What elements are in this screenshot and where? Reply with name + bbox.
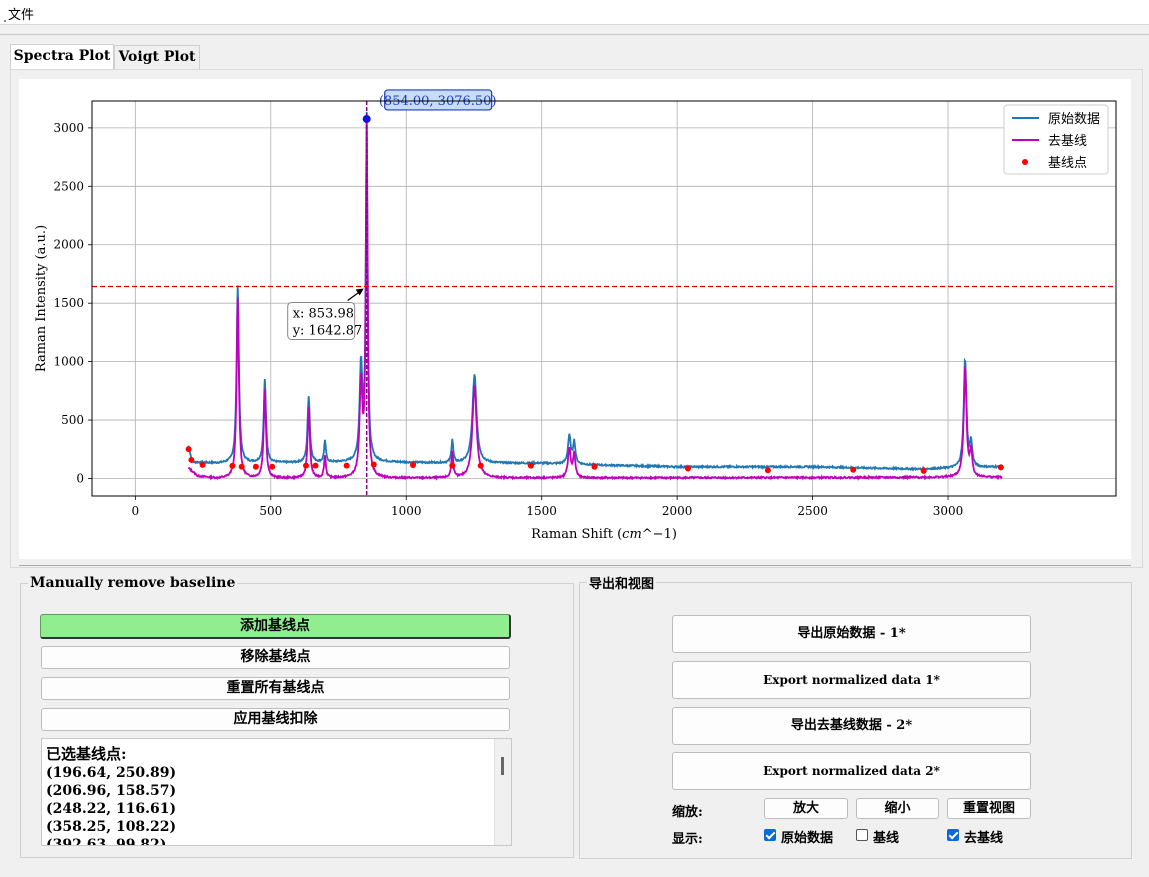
x-tick-label: 3000 bbox=[933, 504, 964, 518]
tab-voigt-plot[interactable]: Voigt Plot bbox=[114, 45, 200, 69]
export-view-title: 导出和视图 bbox=[587, 573, 657, 592]
y-tick-label: 500 bbox=[61, 413, 84, 427]
baseline-point bbox=[477, 462, 484, 469]
baseline-point bbox=[188, 456, 195, 463]
zoom-label: 缩放: bbox=[672, 805, 703, 820]
list-item[interactable]: (358.25, 108.22) bbox=[46, 819, 176, 835]
show-corrected-checkbox[interactable] bbox=[947, 829, 959, 841]
menu-bar: 文件 bbox=[0, 0, 1149, 25]
add-baseline-point-button[interactable]: 添加基线点 bbox=[40, 614, 511, 639]
legend-label: 原始数据 bbox=[1048, 112, 1100, 127]
baseline-point bbox=[343, 462, 350, 469]
x-tick-label: 2000 bbox=[662, 504, 693, 518]
baseline-points-list[interactable]: 已选基线点: (196.64, 250.89) (206.96, 158.57)… bbox=[41, 738, 512, 846]
y-tick-label: 0 bbox=[76, 471, 84, 485]
baseline-point bbox=[920, 467, 927, 474]
list-scrollbar[interactable] bbox=[494, 739, 511, 845]
show-raw-checkbox[interactable] bbox=[764, 829, 776, 841]
list-item[interactable]: (196.64, 250.89) bbox=[46, 765, 176, 781]
x-tick-label: 1000 bbox=[391, 504, 422, 518]
export-raw-button[interactable]: 导出原始数据 - 1* bbox=[672, 615, 1031, 653]
baseline-point bbox=[997, 464, 1004, 471]
show-raw-label: 原始数据 bbox=[781, 831, 834, 846]
export-normalized-1-button[interactable]: Export normalized data 1* bbox=[672, 661, 1031, 699]
y-tick-label: 1000 bbox=[53, 355, 84, 369]
show-label: 显示: bbox=[672, 832, 703, 847]
baseline-point bbox=[684, 465, 691, 472]
zoom-in-button[interactable]: 放大 bbox=[764, 798, 848, 819]
show-baseline-label: 基线 bbox=[873, 831, 900, 846]
show-baseline-checkbox[interactable] bbox=[856, 829, 868, 841]
reset-view-button[interactable]: 重置视图 bbox=[947, 798, 1031, 819]
apply-baseline-removal-button[interactable]: 应用基线扣除 bbox=[41, 708, 510, 731]
list-item[interactable]: (248.22, 116.61) bbox=[46, 801, 176, 817]
manual-baseline-title: Manually remove baseline bbox=[28, 575, 238, 591]
y-tick-label: 1500 bbox=[53, 296, 84, 310]
legend-label: 基线点 bbox=[1048, 156, 1087, 171]
x-tick-label: 500 bbox=[259, 504, 282, 518]
section-divider bbox=[19, 565, 1131, 566]
menu-separator-dot bbox=[4, 20, 6, 22]
spectra-chart[interactable]: 0 500 1000 1500 2000 2500 3000 0 500 1000 1500 2000… bbox=[19, 79, 1131, 559]
scroll-thumb[interactable] bbox=[501, 757, 504, 775]
selected-point-annotation: (854.00, 3076.50) bbox=[379, 89, 497, 111]
show-corrected-label: 去基线 bbox=[964, 831, 1004, 846]
plot-canvas[interactable]: 0 500 1000 1500 2000 2500 3000 0 500 1000 1500 2000… bbox=[19, 79, 1131, 559]
reset-baseline-points-button[interactable]: 重置所有基线点 bbox=[41, 677, 510, 700]
baseline-point bbox=[199, 461, 206, 468]
list-item[interactable]: (206.96, 158.57) bbox=[46, 783, 176, 799]
list-title: 已选基线点: bbox=[46, 745, 127, 763]
zoom-out-button[interactable]: 缩小 bbox=[856, 798, 939, 819]
menu-file[interactable]: 文件 bbox=[8, 4, 34, 23]
y-tick-label: 2000 bbox=[53, 238, 84, 252]
baseline-point bbox=[185, 446, 192, 453]
remove-baseline-point-button[interactable]: 移除基线点 bbox=[41, 646, 510, 669]
baseline-point bbox=[252, 463, 259, 470]
x-tick-label: 2500 bbox=[797, 504, 828, 518]
y-tick-label: 2500 bbox=[53, 179, 84, 193]
legend-label: 去基线 bbox=[1048, 134, 1087, 149]
cursor-x-readout: x: 853.98 bbox=[293, 306, 354, 321]
baseline-point bbox=[370, 461, 377, 468]
x-tick-label: 1500 bbox=[526, 504, 557, 518]
baseline-point bbox=[312, 462, 319, 469]
baseline-point bbox=[527, 462, 534, 469]
cursor-y-readout: y: 1642.87 bbox=[292, 323, 363, 338]
baseline-point bbox=[449, 462, 456, 469]
y-tick-label: 3000 bbox=[53, 121, 84, 135]
baseline-point bbox=[850, 466, 857, 473]
baseline-point bbox=[229, 462, 236, 469]
x-tick-label: 0 bbox=[132, 504, 140, 518]
y-axis-label: Raman Intensity (a.u.) bbox=[34, 225, 49, 372]
export-baseline-removed-button[interactable]: 导出去基线数据 - 2* bbox=[672, 707, 1031, 745]
legend-dot-swatch bbox=[1022, 159, 1028, 165]
list-item[interactable]: (392.63, 99.82) bbox=[46, 837, 166, 845]
selected-peak-marker bbox=[362, 114, 371, 123]
x-axis-label: Raman Shift (cm^−1) bbox=[531, 527, 677, 542]
export-normalized-2-button[interactable]: Export normalized data 2* bbox=[672, 752, 1031, 790]
baseline-point bbox=[269, 463, 276, 470]
toolbar-separator bbox=[0, 34, 1149, 35]
baseline-point bbox=[764, 467, 771, 474]
baseline-point bbox=[238, 463, 245, 470]
baseline-point bbox=[303, 462, 310, 469]
baseline-point bbox=[591, 463, 598, 470]
raw-data-line bbox=[187, 111, 1003, 473]
tab-spectra-plot[interactable]: Spectra Plot bbox=[10, 44, 114, 70]
chart-legend: 原始数据去基线基线点 bbox=[1003, 104, 1109, 175]
baseline-point bbox=[410, 462, 417, 469]
